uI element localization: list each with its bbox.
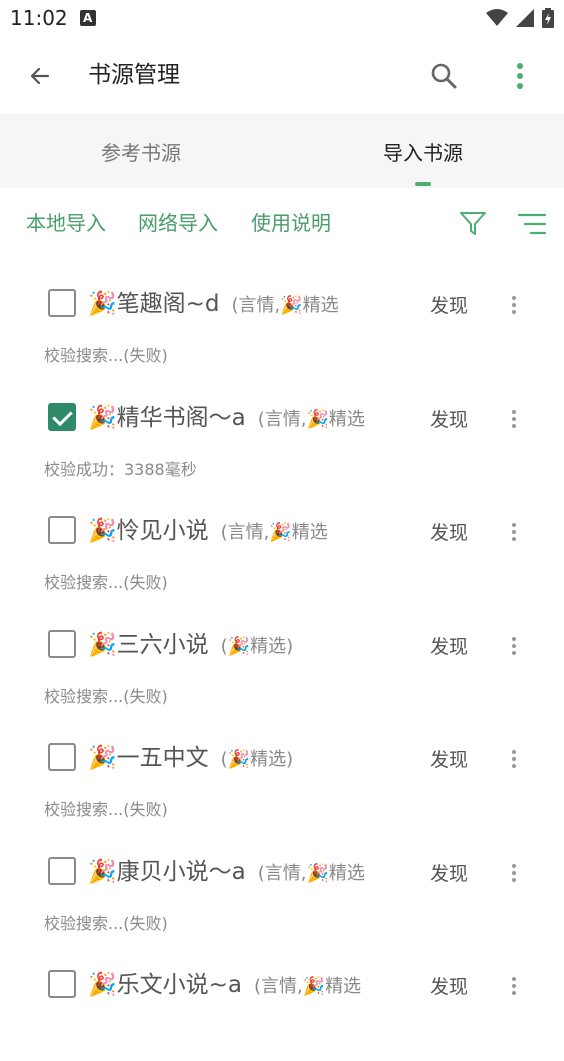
status-left: 11:02 A: [10, 6, 96, 30]
item-group: (言情,🎉精选: [231, 295, 339, 316]
item-menu-button[interactable]: [500, 288, 528, 322]
more-vertical-icon: [512, 636, 516, 655]
page-title: 书源管理: [88, 62, 180, 88]
item-head: 🎉一五中文 (🎉精选): [88, 738, 418, 778]
item-group: (🎉精选): [220, 635, 294, 657]
tab-import-sources[interactable]: 导入书源: [282, 114, 564, 188]
more-vertical-icon: [512, 523, 516, 541]
item-head: 🎉康贝小说～a (言情,🎉精选: [88, 852, 418, 892]
search-button[interactable]: [424, 56, 464, 96]
item-name: 🎉康贝小说～a: [88, 858, 246, 885]
item-group: (言情,🎉精选: [257, 408, 365, 430]
toolbar: 书源管理: [0, 36, 564, 114]
more-vertical-icon: [512, 863, 516, 882]
item-head: 🎉笔趣阁~d (言情,🎉精选: [88, 284, 418, 324]
item-checkbox[interactable]: [48, 743, 76, 771]
item-name: 🎉笔趣阁~d: [88, 291, 220, 317]
status-icons: [486, 8, 554, 28]
filter-icon: [460, 212, 486, 235]
action-bar: 本地导入 网络导入 使用说明: [0, 188, 564, 258]
network-import-button[interactable]: 网络导入: [138, 208, 218, 238]
item-menu-button[interactable]: [500, 856, 528, 890]
more-vertical-icon: [512, 296, 516, 314]
item-menu-button[interactable]: [500, 629, 528, 663]
back-button[interactable]: [22, 58, 58, 94]
discover-button[interactable]: 发现: [430, 632, 468, 659]
item-name: 🎉怜见小说: [88, 518, 209, 544]
wifi-icon: [486, 9, 508, 26]
list-item[interactable]: 🎉一五中文 (🎉精选) 发现 校验搜索...(失败): [0, 720, 564, 834]
item-menu-button[interactable]: [500, 969, 528, 1003]
more-vertical-icon: [512, 409, 516, 428]
item-head: 🎉三六小说 (🎉精选): [88, 625, 418, 665]
discover-button[interactable]: 发现: [430, 859, 468, 886]
more-options-button[interactable]: [504, 56, 536, 96]
arrow-left-icon: [30, 67, 50, 85]
tab-reference-sources[interactable]: 参考书源: [0, 114, 282, 188]
list-item[interactable]: 🎉康贝小说～a (言情,🎉精选 发现 校验搜索...(失败): [0, 834, 564, 948]
item-status: 校验搜索...(失败): [44, 573, 168, 592]
item-status: 校验搜索...(失败): [44, 913, 168, 933]
source-list: 🎉笔趣阁~d (言情,🎉精选 发现 校验搜索...(失败) 🎉精华书阁～a (言…: [0, 266, 564, 1061]
item-checkbox[interactable]: [48, 970, 76, 998]
list-item[interactable]: 🎉三六小说 (🎉精选) 发现 校验搜索...(失败): [0, 607, 564, 721]
filter-button[interactable]: [454, 206, 492, 242]
search-icon: [431, 63, 457, 89]
item-checkbox[interactable]: [48, 516, 76, 544]
signal-icon: [516, 9, 534, 27]
item-status: 校验搜索...(失败): [44, 346, 168, 365]
battery-icon: [542, 8, 554, 28]
item-menu-button[interactable]: [500, 515, 528, 549]
list-item[interactable]: 🎉怜见小说 (言情,🎉精选 发现 校验搜索...(失败): [0, 493, 564, 607]
list-item[interactable]: 🎉精华书阁～a (言情,🎉精选 发现 校验成功：3388毫秒: [0, 380, 564, 494]
list-item[interactable]: 🎉笔趣阁~d (言情,🎉精选 发现 校验搜索...(失败): [0, 266, 564, 380]
more-vertical-icon: [512, 977, 516, 995]
item-group: (言情,🎉精选: [254, 976, 362, 997]
item-checkbox[interactable]: [48, 629, 76, 658]
item-group: (🎉精选): [220, 749, 294, 770]
item-name: 🎉三六小说: [88, 631, 209, 658]
item-name: 🎉乐文小说~a: [88, 972, 243, 998]
more-vertical-icon: [512, 750, 516, 768]
item-group: (言情,🎉精选: [220, 522, 328, 543]
item-head: 🎉怜见小说 (言情,🎉精选: [88, 511, 418, 551]
sort-icon: [517, 213, 547, 235]
item-checkbox[interactable]: [48, 289, 76, 317]
item-name: 🎉精华书阁～a: [88, 404, 246, 431]
item-name: 🎉一五中文: [88, 745, 209, 771]
item-checkbox[interactable]: [48, 402, 76, 431]
item-group: (言情,🎉精选: [257, 862, 365, 884]
item-status: 校验搜索...(失败): [44, 800, 168, 819]
discover-button[interactable]: 发现: [430, 518, 468, 545]
tab-indicator: [415, 182, 431, 186]
local-import-button[interactable]: 本地导入: [26, 208, 106, 238]
discover-button[interactable]: 发现: [430, 291, 468, 318]
discover-button[interactable]: 发现: [430, 972, 468, 999]
usage-guide-button[interactable]: 使用说明: [251, 208, 331, 238]
status-bar: 11:02 A: [0, 0, 564, 36]
discover-button[interactable]: 发现: [430, 405, 468, 432]
sort-button[interactable]: [512, 206, 552, 242]
item-menu-button[interactable]: [500, 742, 528, 776]
item-status: 校验成功：3388毫秒: [44, 459, 197, 479]
status-time: 11:02: [10, 6, 68, 30]
item-head: 🎉乐文小说~a (言情,🎉精选: [88, 965, 418, 1005]
discover-button[interactable]: 发现: [430, 745, 468, 772]
notification-icon: A: [79, 10, 96, 26]
more-vertical-icon: [517, 63, 523, 89]
item-head: 🎉精华书阁～a (言情,🎉精选: [88, 398, 418, 438]
item-menu-button[interactable]: [500, 402, 528, 436]
item-status: 校验搜索...(失败): [44, 686, 168, 706]
item-checkbox[interactable]: [48, 856, 76, 885]
tab-bar: 参考书源 导入书源: [0, 114, 564, 188]
